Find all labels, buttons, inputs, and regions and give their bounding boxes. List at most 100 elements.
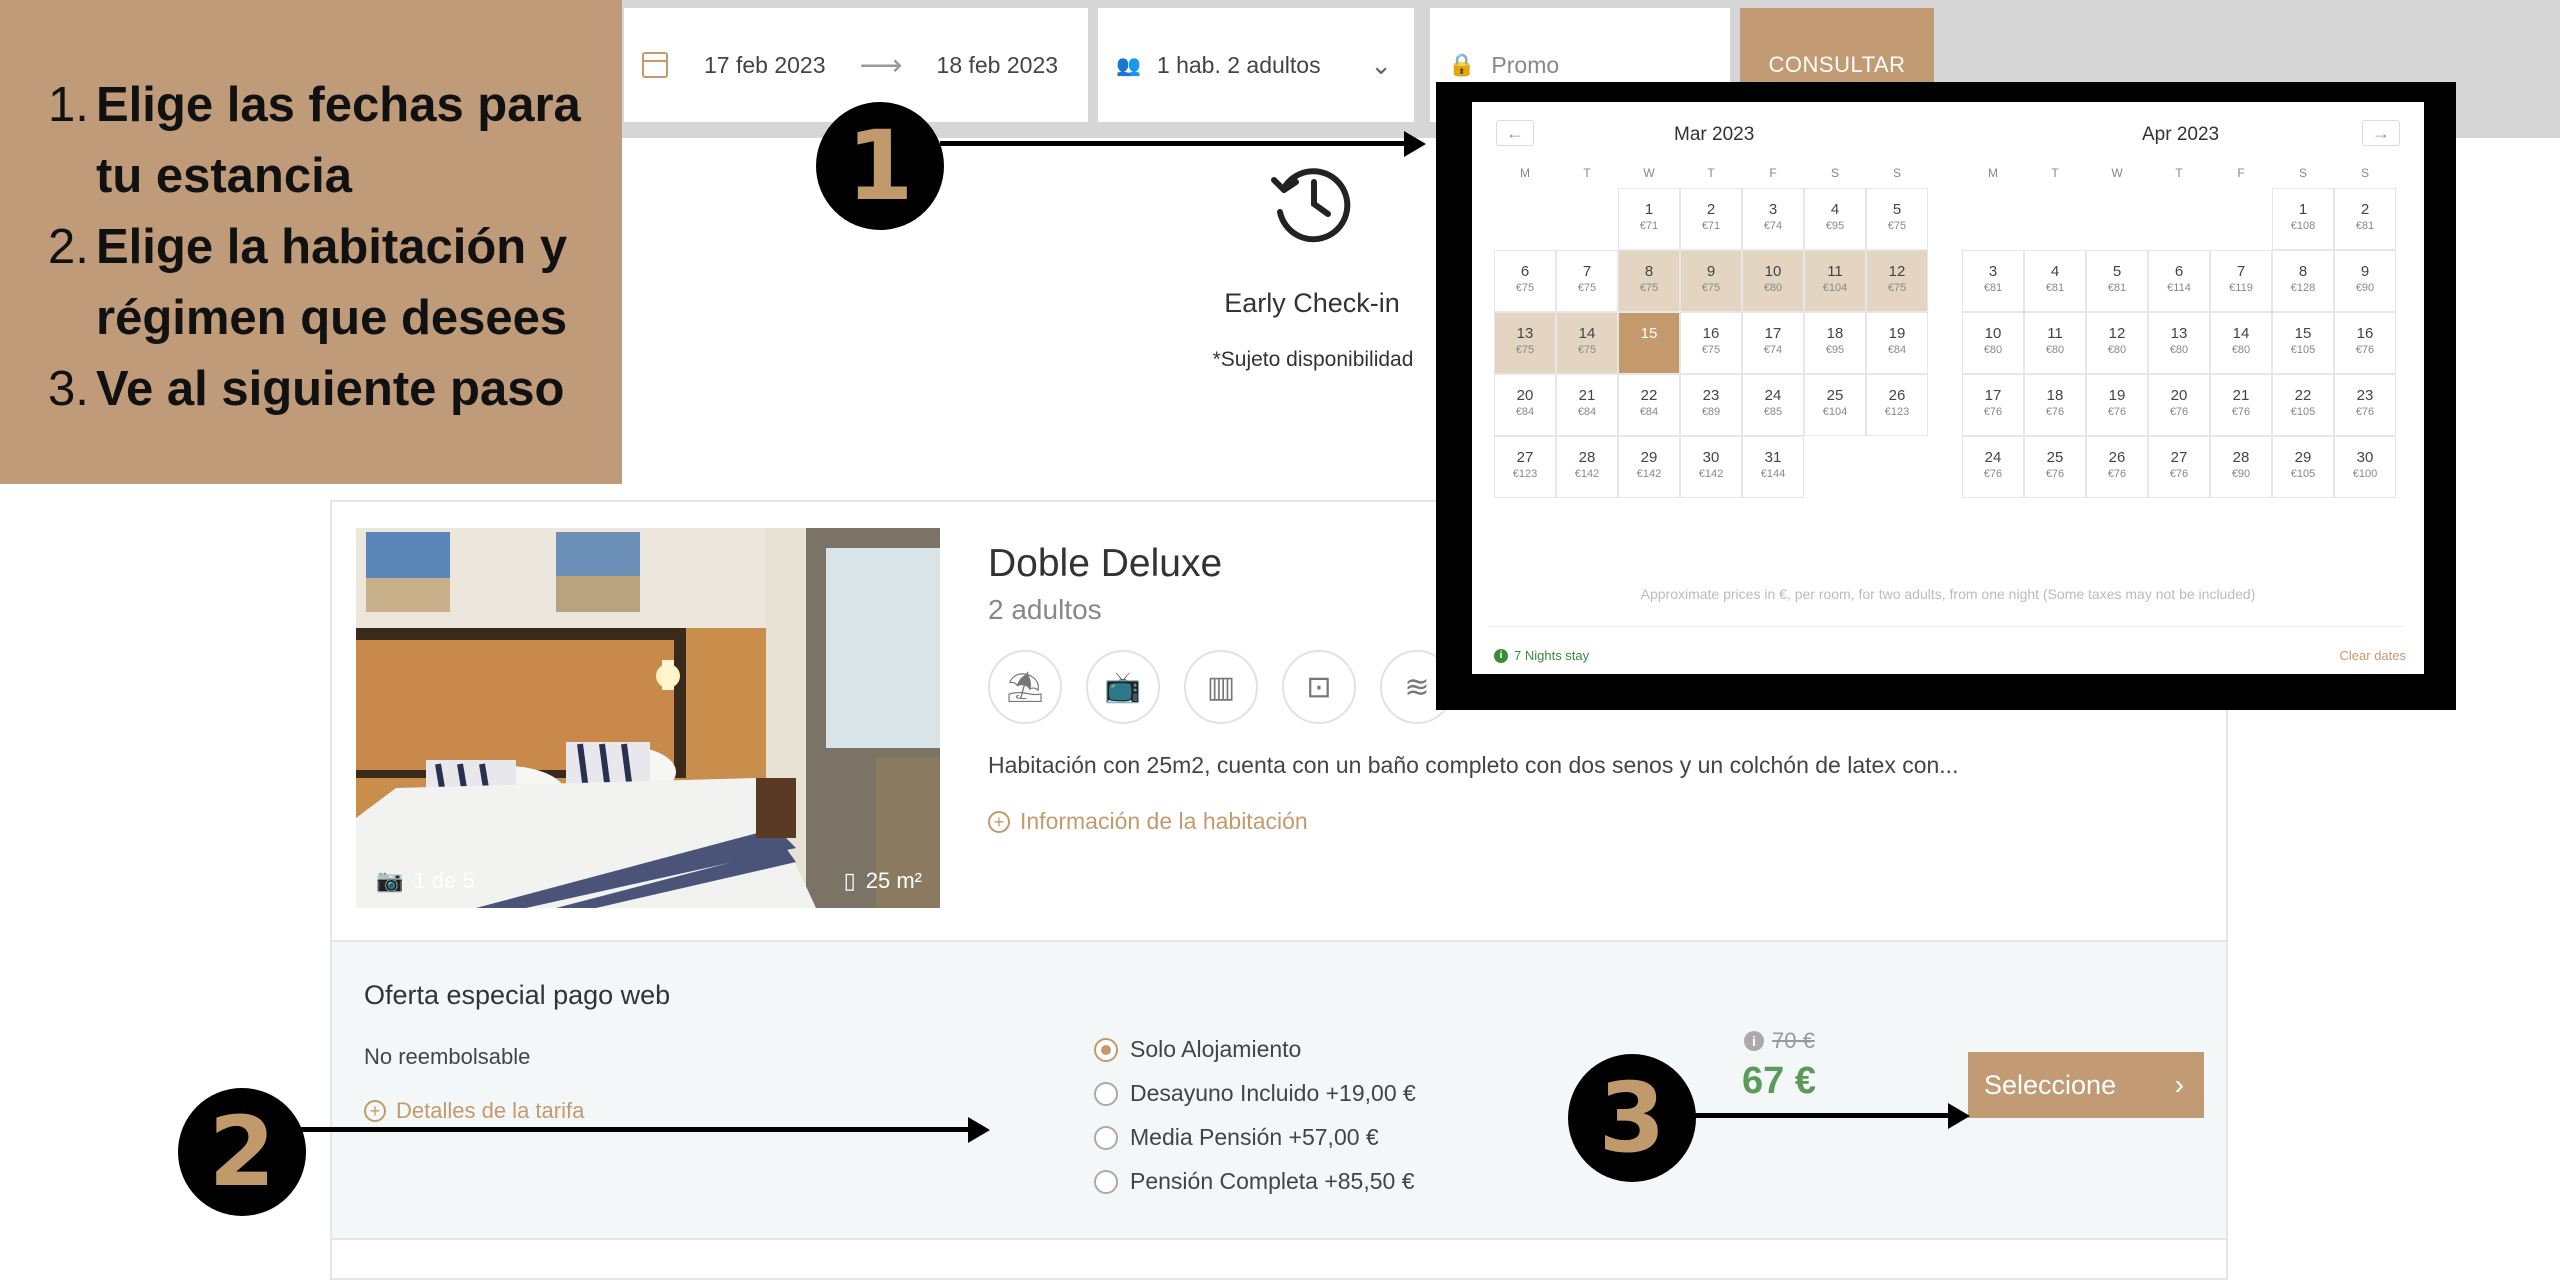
calendar-day[interactable]: 1 €108 [2272, 188, 2334, 250]
calendar-day[interactable]: 19 €84 [1866, 312, 1928, 374]
calendar-day[interactable]: 16 €75 [1680, 312, 1742, 374]
clear-dates-link[interactable]: Clear dates [2300, 648, 2406, 663]
board-option[interactable]: Pensión Completa +85,50 € [1094, 1168, 1415, 1195]
calendar-day[interactable]: 14 €80 [2210, 312, 2272, 374]
calendar-day[interactable]: 17 €76 [1962, 374, 2024, 436]
calendar-day[interactable]: 14 €75 [1556, 312, 1618, 374]
calendar-day[interactable]: 30 €100 [2334, 436, 2396, 498]
day-price: €89 [1701, 406, 1721, 418]
calendar-day[interactable]: 3 €74 [1742, 188, 1804, 250]
calendar-day[interactable]: 6 €75 [1494, 250, 1556, 312]
step-badge-2: 2 [178, 1088, 306, 1216]
guests-selector[interactable]: 👥 1 hab. 2 adultos ⌄ [1098, 8, 1414, 122]
date-range-picker[interactable]: 17 feb 2023 ⟶ 18 feb 2023 [624, 8, 1088, 122]
day-number: 23 [1702, 387, 1720, 404]
calendar-day[interactable]: 11 €104 [1804, 250, 1866, 312]
calendar-day[interactable]: 24 €76 [1962, 436, 2024, 498]
room-info-link[interactable]: + Información de la habitación [988, 808, 1308, 835]
day-price: €76 [2045, 406, 2065, 418]
day-price: €80 [2107, 344, 2127, 356]
calendar-day[interactable]: 2 €71 [1680, 188, 1742, 250]
calendar-day[interactable]: 18 €95 [1804, 312, 1866, 374]
radio[interactable] [1094, 1125, 1118, 1150]
calendar-day[interactable]: 8 €128 [2272, 250, 2334, 312]
calendar-day[interactable]: 4 €81 [2024, 250, 2086, 312]
calendar-day[interactable]: 8 €75 [1618, 250, 1680, 312]
rate-details-text: Detalles de la tarifa [396, 1098, 585, 1123]
calendar-day[interactable]: 25 €76 [2024, 436, 2086, 498]
radio[interactable] [1094, 1169, 1118, 1194]
day-number: 28 [2232, 449, 2250, 466]
calendar-day[interactable]: 25 €104 [1804, 374, 1866, 436]
calendar-day[interactable]: 12 €80 [2086, 312, 2148, 374]
month-title: Mar 2023 [1674, 124, 1755, 145]
calendar-day[interactable]: 10 €80 [1962, 312, 2024, 374]
calendar-day[interactable]: 16 €76 [2334, 312, 2396, 374]
day-number: 11 [2047, 325, 2063, 342]
calendar-day[interactable]: 26 €123 [1866, 374, 1928, 436]
day-price: €71 [1639, 220, 1659, 232]
calendar-day[interactable]: 21 €76 [2210, 374, 2272, 436]
radio-selected[interactable] [1094, 1037, 1118, 1062]
board-option[interactable]: Desayuno Incluido +19,00 € [1094, 1080, 1416, 1107]
calendar-day[interactable]: 9 €75 [1680, 250, 1742, 312]
calendar-day[interactable]: 4 €95 [1804, 188, 1866, 250]
room-photo[interactable]: 📷 1 de 5 ▯ 25 m² [356, 528, 940, 908]
weekday-label: T [2175, 166, 2183, 180]
day-price: €95 [1825, 344, 1845, 356]
calendar-day[interactable]: 27 €76 [2148, 436, 2210, 498]
board-option[interactable]: Solo Alojamiento [1094, 1036, 1301, 1063]
day-number: 6 [1520, 263, 1530, 280]
rate-details-link[interactable]: + Detalles de la tarifa [364, 1098, 584, 1124]
calendar-prev-button[interactable]: ← [1496, 120, 1534, 146]
calendar-day[interactable]: 2 €81 [2334, 188, 2396, 250]
calendar-day[interactable]: 23 €76 [2334, 374, 2396, 436]
calendar-next-button[interactable]: → [2362, 120, 2400, 146]
calendar-day[interactable]: 31 €144 [1742, 436, 1804, 498]
day-number: 21 [1578, 387, 1596, 404]
calendar-day[interactable]: 29 €105 [2272, 436, 2334, 498]
calendar-day[interactable]: 5 €75 [1866, 188, 1928, 250]
calendar-day[interactable]: 29 €142 [1618, 436, 1680, 498]
calendar-day[interactable]: 23 €89 [1680, 374, 1742, 436]
area-icon: ▯ [843, 868, 856, 893]
calendar-day[interactable]: 1 €71 [1618, 188, 1680, 250]
day-price: €123 [1884, 406, 1910, 418]
arrow-left-icon: ← [1506, 122, 1524, 143]
day-price: €80 [1983, 344, 2003, 356]
calendar-day[interactable]: 7 €119 [2210, 250, 2272, 312]
calendar-day[interactable]: 9 €90 [2334, 250, 2396, 312]
calendar-day[interactable]: 20 €76 [2148, 374, 2210, 436]
day-number: 20 [2170, 387, 2188, 404]
calendar-day[interactable]: 13 €75 [1494, 312, 1556, 374]
calendar-day[interactable]: 27 €123 [1494, 436, 1556, 498]
calendar-day[interactable]: 30 €142 [1680, 436, 1742, 498]
calendar-day[interactable]: 17 €74 [1742, 312, 1804, 374]
calendar-day[interactable]: 22 €105 [2272, 374, 2334, 436]
calendar-day[interactable]: 15 €105 [2272, 312, 2334, 374]
calendar-day[interactable]: 3 €81 [1962, 250, 2024, 312]
info-icon[interactable]: i [1744, 1031, 1764, 1051]
calendar-day[interactable]: 13 €80 [2148, 312, 2210, 374]
calendar-day[interactable]: 18 €76 [2024, 374, 2086, 436]
day-number: 3 [1988, 263, 1998, 280]
board-option[interactable]: Media Pensión +57,00 € [1094, 1124, 1379, 1151]
calendar-day[interactable]: 26 €76 [2086, 436, 2148, 498]
day-number: 8 [2298, 263, 2308, 280]
calendar-day[interactable]: 10 €80 [1742, 250, 1804, 312]
calendar-day[interactable]: 12 €75 [1866, 250, 1928, 312]
calendar-day[interactable]: 21 €84 [1556, 374, 1618, 436]
calendar-day[interactable]: 5 €81 [2086, 250, 2148, 312]
calendar-day[interactable]: 20 €84 [1494, 374, 1556, 436]
calendar-day[interactable]: 11 €80 [2024, 312, 2086, 374]
calendar-day[interactable]: 7 €75 [1556, 250, 1618, 312]
calendar-day[interactable]: 15 [1618, 312, 1680, 374]
calendar-day[interactable]: 24 €85 [1742, 374, 1804, 436]
calendar-day[interactable]: 28 €142 [1556, 436, 1618, 498]
calendar-day[interactable]: 19 €76 [2086, 374, 2148, 436]
radio[interactable] [1094, 1081, 1118, 1106]
select-button[interactable]: Seleccione › [1968, 1052, 2204, 1118]
calendar-day[interactable]: 22 €84 [1618, 374, 1680, 436]
calendar-day[interactable]: 6 €114 [2148, 250, 2210, 312]
calendar-day[interactable]: 28 €90 [2210, 436, 2272, 498]
